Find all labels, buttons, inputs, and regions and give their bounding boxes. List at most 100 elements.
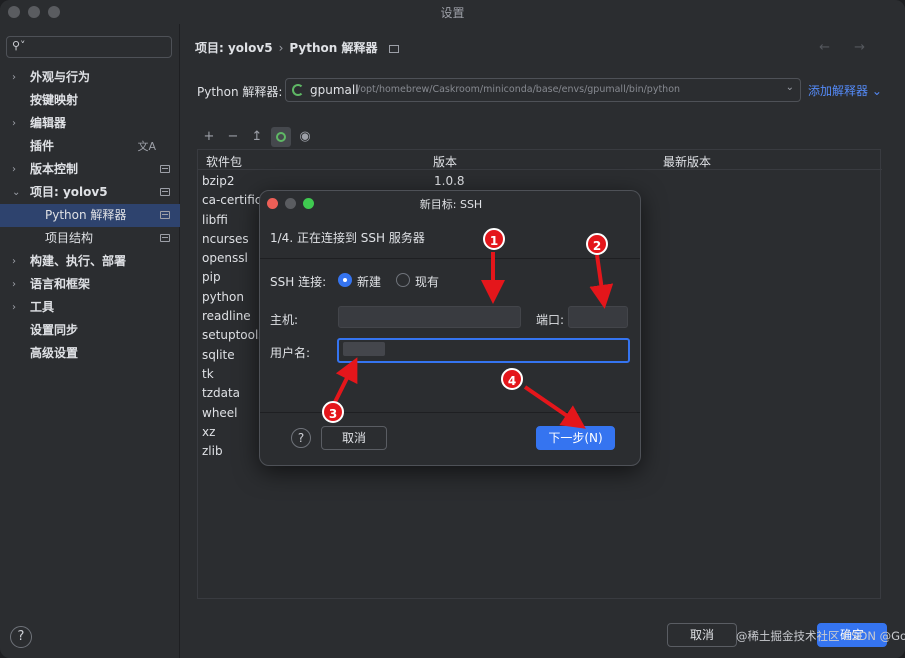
chevron-right-icon: › bbox=[12, 118, 16, 129]
table-row[interactable]: wheel bbox=[202, 404, 265, 423]
username-input[interactable] bbox=[337, 338, 630, 363]
column-header-package[interactable]: 软件包 bbox=[206, 153, 242, 170]
package-name: tk bbox=[202, 366, 214, 381]
breadcrumb-page: Python 解释器 bbox=[289, 41, 378, 55]
sidebar-item-settings-sync[interactable]: 设置同步 bbox=[0, 319, 180, 342]
title-bar: 设置 bbox=[0, 0, 905, 24]
upgrade-package-icon[interactable]: ↥ bbox=[247, 127, 267, 147]
sidebar-item-label: 按键映射 bbox=[30, 93, 79, 107]
sidebar-item-label: 插件 bbox=[30, 139, 55, 153]
table-row[interactable]: xz bbox=[202, 423, 265, 442]
search-input[interactable]: ⚲˅ bbox=[6, 36, 172, 58]
interpreter-label: Python 解释器: bbox=[197, 85, 283, 99]
radio-new[interactable] bbox=[338, 273, 352, 287]
project-scope-icon bbox=[160, 165, 170, 173]
radio-existing-label[interactable]: 现有 bbox=[415, 273, 439, 290]
divider bbox=[260, 258, 640, 259]
conda-ring-icon bbox=[276, 132, 286, 142]
chevron-right-icon: › bbox=[12, 279, 16, 290]
help-button[interactable]: ? bbox=[10, 626, 32, 648]
port-input[interactable] bbox=[568, 306, 628, 328]
sidebar-item-appearance[interactable]: › 外观与行为 bbox=[0, 66, 180, 89]
interpreter-name: gpumall bbox=[310, 83, 359, 97]
sidebar-item-label: 工具 bbox=[30, 300, 55, 314]
divider bbox=[260, 412, 640, 413]
breadcrumb-separator: › bbox=[278, 41, 284, 55]
column-header-latest[interactable]: 最新版本 bbox=[663, 153, 711, 170]
package-name: openssl bbox=[202, 251, 248, 266]
table-row[interactable]: tk bbox=[202, 365, 265, 384]
table-rows: bzip2 1.0.8 ca-certific libffi ncurses op… bbox=[202, 172, 465, 461]
username-value-redacted bbox=[343, 342, 385, 356]
remove-package-icon[interactable]: − bbox=[223, 127, 243, 147]
table-row[interactable]: sqlite bbox=[202, 346, 265, 365]
settings-sidebar: ⚲˅ › 外观与行为 按键映射 › 编辑器 插件 文A › 版本控制 ⌄ 项目:… bbox=[0, 24, 180, 658]
conda-toggle-icon[interactable] bbox=[271, 127, 291, 147]
sidebar-item-python-interpreter[interactable]: Python 解释器 bbox=[0, 204, 180, 227]
interpreter-path: /opt/homebrew/Caskroom/miniconda/base/en… bbox=[357, 84, 681, 95]
ssh-target-dialog: 新目标: SSH 1/4. 正在连接到 SSH 服务器 SSH 连接: 新建 现… bbox=[259, 190, 641, 466]
cancel-button[interactable]: 取消 bbox=[667, 623, 737, 647]
sidebar-item-label: 项目: yolov5 bbox=[30, 185, 108, 199]
username-label: 用户名: bbox=[270, 346, 311, 360]
package-name: wheel bbox=[202, 405, 238, 420]
sidebar-item-label: 构建、执行、部署 bbox=[30, 254, 127, 268]
package-name: xz bbox=[202, 424, 216, 439]
eye-icon[interactable]: ◉ bbox=[295, 127, 315, 147]
table-row[interactable]: zlib bbox=[202, 442, 265, 461]
next-button[interactable]: 下一步(N) bbox=[536, 426, 615, 450]
host-label: 主机: bbox=[270, 313, 299, 327]
table-row[interactable]: bzip2 1.0.8 bbox=[202, 172, 465, 191]
table-row[interactable]: tzdata bbox=[202, 384, 265, 403]
annotation-marker-4: 4 bbox=[501, 368, 523, 390]
sidebar-item-label: 版本控制 bbox=[30, 162, 79, 176]
interpreter-select[interactable]: gpumall /opt/homebrew/Caskroom/miniconda… bbox=[285, 78, 801, 102]
breadcrumb-project[interactable]: 项目: yolov5 bbox=[195, 41, 273, 55]
sidebar-item-advanced[interactable]: 高级设置 bbox=[0, 342, 180, 365]
table-row[interactable]: ncurses bbox=[202, 230, 265, 249]
port-label: 端口: bbox=[536, 313, 565, 327]
package-name: libffi bbox=[202, 212, 228, 227]
add-interpreter-link[interactable]: 添加解释器 ⌄ bbox=[808, 82, 882, 99]
sidebar-item-vcs[interactable]: › 版本控制 bbox=[0, 158, 180, 181]
wizard-step: 1/4. 正在连接到 SSH 服务器 bbox=[270, 231, 425, 245]
table-row[interactable]: libffi bbox=[202, 211, 265, 230]
chevron-down-icon: ⌄ bbox=[12, 187, 21, 198]
package-version: 1.0.8 bbox=[434, 174, 465, 188]
chevron-right-icon: › bbox=[12, 164, 16, 175]
dialog-cancel-button[interactable]: 取消 bbox=[321, 426, 387, 450]
sidebar-item-plugins[interactable]: 插件 文A bbox=[0, 135, 180, 158]
project-scope-icon bbox=[160, 234, 170, 242]
table-row[interactable]: setuptools bbox=[202, 326, 265, 345]
radio-existing[interactable] bbox=[396, 273, 410, 287]
sidebar-item-keymap[interactable]: 按键映射 bbox=[0, 89, 180, 112]
sidebar-item-label: 语言和框架 bbox=[30, 277, 91, 291]
annotation-marker-3: 3 bbox=[322, 401, 344, 423]
package-name: ncurses bbox=[202, 231, 249, 246]
column-header-version[interactable]: 版本 bbox=[433, 153, 457, 170]
package-name: zlib bbox=[202, 444, 223, 459]
table-row[interactable]: ca-certific bbox=[202, 191, 265, 210]
package-name: setuptools bbox=[202, 328, 265, 343]
radio-new-label[interactable]: 新建 bbox=[357, 273, 381, 290]
table-header: 软件包 版本 最新版本 bbox=[198, 150, 882, 170]
sidebar-item-project[interactable]: ⌄ 项目: yolov5 bbox=[0, 181, 180, 204]
sidebar-item-build[interactable]: › 构建、执行、部署 bbox=[0, 250, 180, 273]
add-package-icon[interactable]: + bbox=[199, 127, 219, 147]
package-name: ca-certific bbox=[202, 193, 262, 208]
packages-toolbar: + − ↥ ◉ bbox=[197, 127, 881, 149]
sidebar-item-project-structure[interactable]: 项目结构 bbox=[0, 227, 180, 250]
table-row[interactable]: pip bbox=[202, 268, 265, 287]
sidebar-item-languages[interactable]: › 语言和框架 bbox=[0, 273, 180, 296]
back-forward-arrows[interactable]: ← → bbox=[819, 40, 875, 55]
table-row[interactable]: readline bbox=[202, 307, 265, 326]
dialog-help-button[interactable]: ? bbox=[291, 428, 311, 448]
sidebar-item-label: Python 解释器 bbox=[45, 208, 127, 222]
package-name: python bbox=[202, 289, 244, 304]
sidebar-item-editor[interactable]: › 编辑器 bbox=[0, 112, 180, 135]
table-row[interactable]: openssl bbox=[202, 249, 265, 268]
host-input[interactable] bbox=[338, 306, 521, 328]
sidebar-item-tools[interactable]: › 工具 bbox=[0, 296, 180, 319]
sidebar-item-label: 设置同步 bbox=[30, 323, 79, 337]
table-row[interactable]: python bbox=[202, 288, 265, 307]
